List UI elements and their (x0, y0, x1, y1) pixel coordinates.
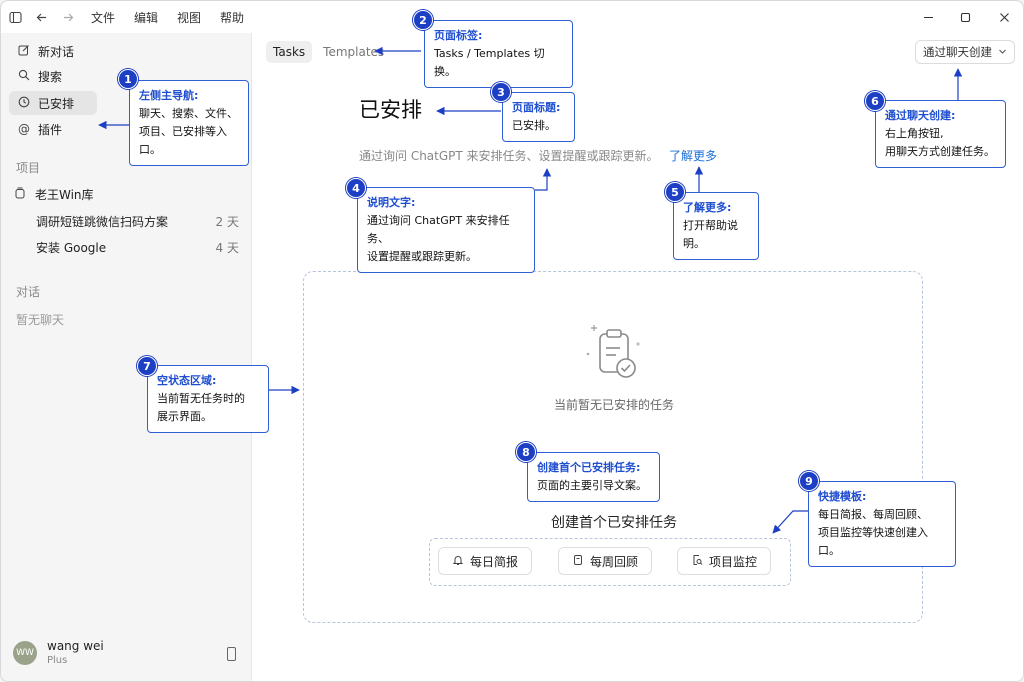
chats-empty-text: 暂无聊天 (16, 313, 65, 327)
doc-search-icon (691, 554, 703, 569)
user-name: wang wei (47, 639, 104, 653)
callout-4: 说明文字: 通过询问 ChatGPT 来安排任务、 设置提醒或跟踪更新。 (357, 187, 535, 273)
callout-badge: 3 (491, 82, 511, 102)
callout-5: 了解更多: 打开帮助说明。 (673, 192, 759, 260)
sidebar-toggle-icon[interactable] (7, 9, 23, 25)
task-age: 2 天 (215, 215, 239, 229)
forward-icon[interactable] (60, 9, 76, 25)
user-plan: Plus (47, 655, 68, 666)
quick-templates: 每日简报 每周回顾 项目监控 (429, 538, 791, 586)
sidebar-item-scheduled[interactable]: 已安排 (9, 91, 97, 115)
sidebar-item-plugins[interactable]: @ 插件 (9, 117, 97, 141)
menu-file[interactable]: 文件 (91, 9, 115, 26)
task-age: 4 天 (215, 241, 239, 255)
create-via-chat-label: 通过聊天创建 (923, 45, 992, 59)
template-weekly-review-button[interactable]: 每周回顾 (558, 547, 652, 575)
task-row[interactable]: 安装 Google 4 天 (36, 239, 239, 256)
callout-1: 左侧主导航: 聊天、搜索、文件、 项目、已安排等入口。 (129, 80, 249, 166)
callout-badge: 2 (413, 10, 433, 30)
callout-8: 创建首个已安排任务: 页面的主要引导文案。 (527, 452, 660, 502)
close-icon[interactable] (994, 7, 1014, 27)
callout-badge: 6 (865, 91, 885, 111)
projects-section-label: 项目 (16, 161, 41, 175)
task-row[interactable]: 调研短链跳微信扫码方案 2 天 (36, 213, 239, 230)
menu-edit[interactable]: 编辑 (134, 9, 158, 26)
template-label: 每周回顾 (589, 554, 638, 569)
minimize-icon[interactable] (918, 7, 938, 27)
menu-help[interactable]: 帮助 (220, 9, 244, 26)
sidebar-item-new-chat[interactable]: 新对话 (9, 39, 97, 63)
page-tabs: Tasks Templates (266, 41, 391, 63)
callout-2: 页面标签: Tasks / Templates 切换。 (424, 20, 573, 88)
tab-templates[interactable]: Templates (316, 41, 391, 63)
chats-section-label: 对话 (16, 285, 41, 299)
callout-badge: 1 (118, 69, 138, 89)
template-label: 项目监控 (708, 554, 757, 569)
callout-9: 快捷模板: 每日简报、每周回顾、 项目监控等快速创建入口。 (808, 481, 956, 567)
sidebar-item-label: 搜索 (38, 69, 63, 84)
task-name: 安装 Google (36, 241, 107, 255)
callout-badge: 5 (665, 182, 685, 202)
create-via-chat-button[interactable]: 通过聊天创建 (915, 40, 1015, 64)
menu-view[interactable]: 视图 (177, 9, 201, 26)
app-window: 文件 编辑 视图 帮助 新对话 搜索 已安排 @ 插件 项目 老王Win库 调研… (0, 0, 1024, 682)
maximize-icon[interactable] (955, 7, 975, 27)
template-daily-brief-button[interactable]: 每日简报 (438, 547, 532, 575)
back-icon[interactable] (33, 9, 49, 25)
callout-badge: 8 (516, 442, 536, 462)
page-description: 通过询问 ChatGPT 来安排任务、设置提醒或跟踪更新。 (359, 149, 659, 163)
sidebar-item-search[interactable]: 搜索 (9, 64, 97, 88)
notebook-icon (572, 554, 584, 569)
sidebar-item-label: 插件 (38, 122, 63, 137)
chevron-down-icon (998, 45, 1007, 59)
callout-3: 页面标题: 已安排。 (502, 92, 575, 142)
callout-badge: 9 (799, 471, 819, 491)
callout-7: 空状态区域: 当前暂无任务时的 展示界面。 (147, 365, 269, 433)
template-label: 每日简报 (469, 554, 518, 569)
sidebar-item-label: 已安排 (38, 96, 75, 111)
search-icon (17, 69, 31, 84)
user-profile[interactable]: WW wang wei Plus (13, 639, 104, 666)
project-item[interactable]: 老王Win库 (15, 186, 94, 203)
page-title: 已安排 (359, 98, 422, 122)
callout-badge: 7 (137, 356, 157, 376)
empty-state-text: 当前暂无已安排的任务 (553, 398, 674, 412)
empty-state-area: 当前暂无已安排的任务 创建首个已安排任务 每日简报 每周回顾 项目监控 (303, 271, 923, 623)
learn-more-link[interactable]: 了解更多 (669, 147, 717, 164)
clipboard-check-icon (586, 320, 646, 384)
at-icon: @ (18, 122, 30, 136)
tab-tasks[interactable]: Tasks (266, 41, 313, 63)
phone-icon[interactable] (227, 647, 236, 661)
jar-icon (15, 187, 27, 202)
bell-icon (452, 554, 464, 569)
callout-6: 通过聊天创建: 右上角按钮, 用聊天方式创建任务。 (875, 100, 1006, 168)
clock-icon (17, 96, 31, 111)
sidebar-item-label: 新对话 (38, 44, 75, 59)
avatar: WW (13, 640, 37, 665)
task-name: 调研短链跳微信扫码方案 (36, 215, 169, 229)
edit-icon (17, 44, 31, 59)
callout-badge: 4 (346, 178, 366, 198)
template-project-monitor-button[interactable]: 项目监控 (677, 547, 771, 575)
project-name: 老王Win库 (35, 188, 94, 202)
